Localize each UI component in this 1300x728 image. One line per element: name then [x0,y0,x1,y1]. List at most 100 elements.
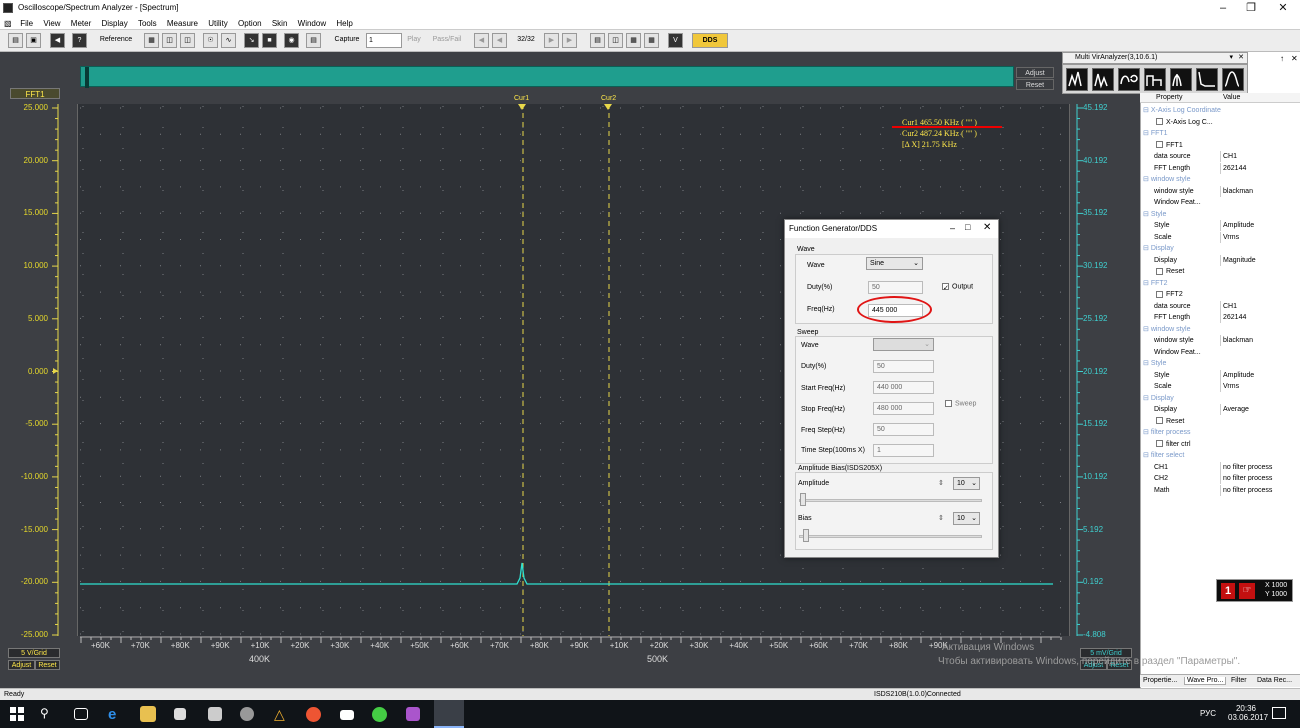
freq-step-input[interactable]: 50 [873,423,934,436]
bias-slider[interactable] [799,535,982,538]
task-view-icon[interactable] [74,708,88,720]
search-icon[interactable]: ⚲ [40,706,56,722]
left-reset-button[interactable]: Reset [35,660,60,670]
time-step-input[interactable]: 1 [873,444,934,457]
left-adjust-button[interactable]: Adjust [8,660,35,670]
collapse-icon[interactable]: ⊟ [1143,360,1151,367]
property-row[interactable]: CH1 no filter process [1140,461,1300,473]
collapse-icon[interactable]: ⊟ [1143,429,1151,436]
minimize-button[interactable]: – [1216,2,1230,14]
sweep-wave-select[interactable]: ⌄ [873,338,934,351]
property-row[interactable]: ⊟ window style [1140,324,1300,335]
dialog-close-button[interactable]: ✕ [983,222,991,233]
property-row[interactable]: ⊟ filter process [1140,427,1300,438]
bias-select[interactable]: 10 ⌄ [953,512,980,525]
property-row[interactable]: ⊟ FFT1 [1140,128,1300,139]
bias-slider-thumb[interactable] [803,529,809,542]
checkbox-icon[interactable] [1156,118,1163,126]
panel-close-icon[interactable]: ✕ [1291,54,1298,63]
property-row[interactable]: Style Amplitude [1140,220,1300,231]
property-row[interactable]: Display Average [1140,404,1300,415]
edge-icon[interactable]: e [108,706,124,723]
property-row[interactable]: FFT2 [1140,289,1300,300]
property-row[interactable]: ⊟ filter select [1140,450,1300,461]
tab-properties[interactable]: Propertie... [1143,677,1177,684]
property-row[interactable]: FFT Length 262144 [1140,162,1300,174]
property-row[interactable]: window style blackman [1140,185,1300,197]
explorer-icon[interactable] [140,706,156,722]
mva-close-button[interactable]: ✕ [1238,53,1244,63]
property-row[interactable]: ⊟ Display [1140,243,1300,254]
collapse-icon[interactable]: ⊟ [1143,280,1151,287]
dialog-minimize-button[interactable]: – [950,223,955,233]
app-icon-3[interactable]: △ [274,706,290,722]
cursor2-handle-icon[interactable] [604,104,612,110]
app-icon-5[interactable] [406,707,420,721]
property-row[interactable]: Scale Vrms [1140,381,1300,392]
app-icon-4[interactable] [372,707,387,722]
collapse-icon[interactable]: ⊟ [1143,245,1151,252]
property-row[interactable]: ⊟ Display [1140,393,1300,404]
checkbox-icon[interactable] [1156,290,1163,298]
property-row[interactable]: ⊟ FFT2 [1140,278,1300,289]
checkbox-icon[interactable] [1156,141,1163,149]
cursor1-handle-icon[interactable] [518,104,526,110]
checkbox-icon[interactable] [1156,417,1163,425]
panel-pin-icon[interactable]: ↑ [1280,54,1284,63]
collapse-icon[interactable]: ⊟ [1143,326,1151,333]
property-row[interactable]: Reset [1140,416,1300,427]
collapse-icon[interactable]: ⊟ [1143,107,1151,114]
restore-button[interactable]: ❐ [1244,2,1258,14]
amplitude-slider[interactable] [799,499,982,502]
stop-freq-input[interactable]: 480 000 [873,402,934,415]
property-row[interactable]: Display Magnitude [1140,254,1300,266]
amp-spin-icon[interactable]: ⇕ [938,479,944,487]
property-row[interactable]: FFT1 [1140,140,1300,151]
close-button[interactable]: ✕ [1276,2,1290,14]
wave-select[interactable]: Sine ⌄ [866,257,923,270]
output-checkbox[interactable]: ✓ Output [942,283,973,292]
amplitude-select[interactable]: 10 ⌄ [953,477,980,490]
dialog-maximize-button[interactable]: □ [965,222,970,232]
language-indicator[interactable]: РУС [1200,709,1216,718]
trigger-marker-icon[interactable] [53,368,58,374]
cursor1-tag[interactable]: Cur1 [514,95,529,102]
amplitude-slider-thumb[interactable] [800,493,806,506]
property-row[interactable]: ⊟ window style [1140,174,1300,185]
sweep-duty-input[interactable]: 50 [873,360,934,373]
property-row[interactable]: X-Axis Log C... [1140,117,1300,128]
mva-dropdown-icon[interactable]: ▾ [1229,53,1233,63]
chrome-icon[interactable] [306,707,321,722]
property-row[interactable]: ⊟ Style [1140,358,1300,369]
notification-icon[interactable] [1272,707,1286,719]
property-row[interactable]: FFT Length 262144 [1140,312,1300,323]
tab-wave-pro[interactable]: Wave Pro... [1184,677,1227,685]
property-row[interactable]: ⊟ Style [1140,209,1300,220]
bias-spin-icon[interactable]: ⇕ [938,514,944,522]
collapse-icon[interactable]: ⊟ [1143,211,1151,218]
sweep-checkbox[interactable]: Sweep [945,400,976,407]
start-button[interactable] [10,707,24,721]
property-row[interactable]: data source CH1 [1140,151,1300,162]
property-row[interactable]: Math no filter process [1140,484,1300,496]
collapse-icon[interactable]: ⊟ [1143,130,1151,137]
store-icon[interactable] [174,708,186,720]
property-row[interactable]: Style Amplitude [1140,369,1300,381]
property-row[interactable]: window style blackman [1140,335,1300,346]
app-icon-2[interactable] [240,707,254,721]
property-row[interactable]: Reset [1140,266,1300,277]
property-row[interactable]: ⊟ X-Axis Log Coordinate [1140,105,1300,116]
start-freq-input[interactable]: 440 000 [873,381,934,394]
clock[interactable]: 20:36 03.06.2017 [1228,704,1268,722]
sweep-check-icon[interactable] [945,400,952,407]
collapse-icon[interactable]: ⊟ [1143,395,1151,402]
property-row[interactable]: CH2 no filter process [1140,473,1300,484]
property-row[interactable]: filter ctrl [1140,439,1300,450]
property-row[interactable]: Scale Vrms [1140,231,1300,243]
oscilloscope-task[interactable] [434,700,464,728]
property-row[interactable]: Window Feat... [1140,197,1300,208]
cursor2-tag[interactable]: Cur2 [601,95,616,102]
checkbox-icon[interactable] [1156,440,1163,448]
tab-filter[interactable]: Filter [1231,677,1247,684]
app-icon-1[interactable] [208,707,222,721]
